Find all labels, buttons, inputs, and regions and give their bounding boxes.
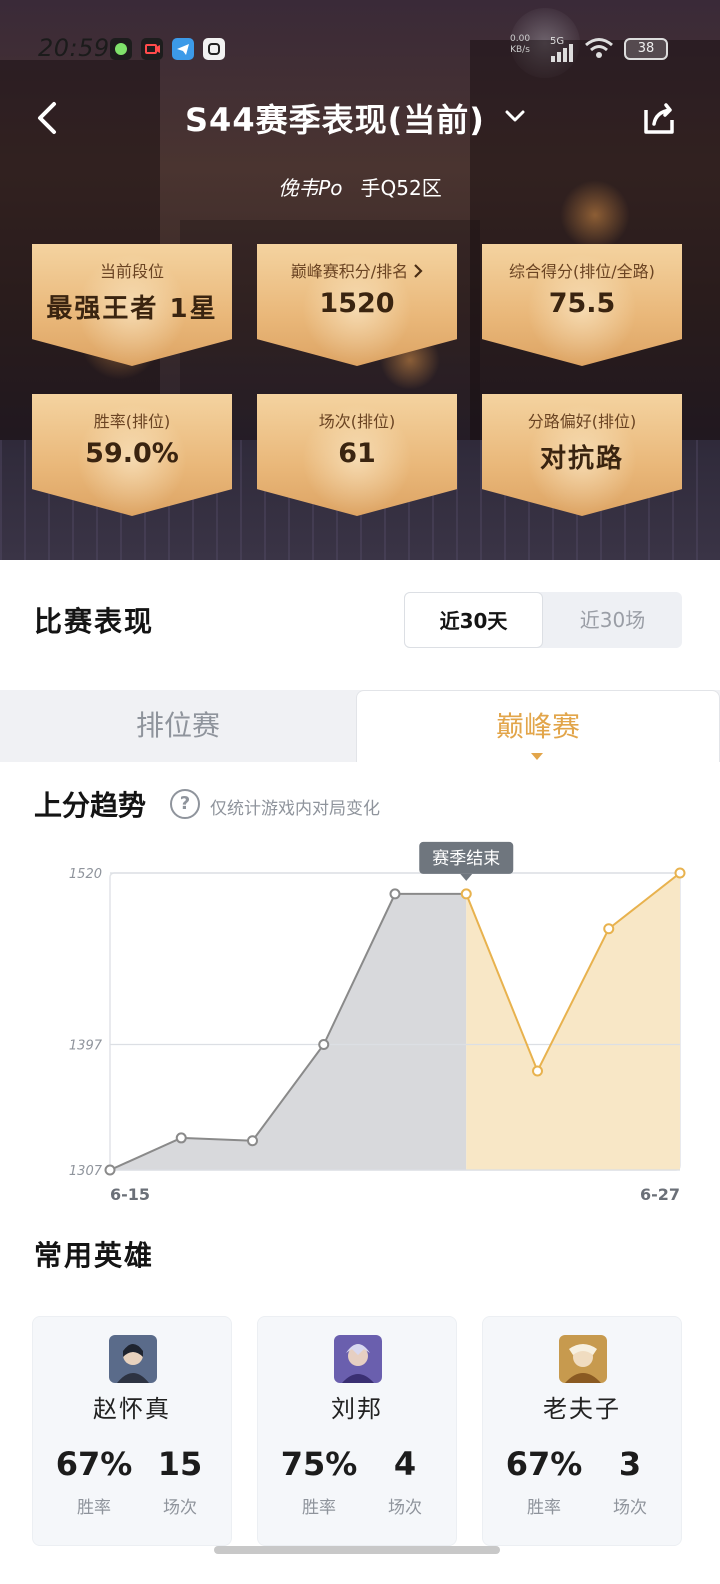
back-button[interactable] [30, 98, 64, 138]
y-tick-label: 1520 [69, 867, 102, 882]
hero-win-rate: 67% [55, 1445, 133, 1483]
hero-portrait-icon [334, 1335, 382, 1383]
data-point [247, 1135, 258, 1147]
battery-indicator: 38 [624, 38, 668, 60]
status-time: 20:59 [38, 34, 110, 62]
data-point [104, 1164, 116, 1176]
hero-win-label: 胜率 [77, 1498, 111, 1518]
message-app-icon [172, 38, 194, 60]
chevron-down-icon [505, 110, 525, 122]
hero-portrait-icon [559, 1335, 607, 1383]
hero-portrait-icon [109, 1335, 157, 1383]
range-segmented-control: 近30天 近30场 [404, 592, 682, 648]
hero-games-label: 场次 [613, 1498, 647, 1518]
data-point [318, 1039, 330, 1051]
stat-value: 59.0% [85, 438, 179, 469]
season-end-label: 赛季结束 [432, 848, 500, 869]
home-indicator[interactable] [214, 1546, 500, 1554]
chevron-right-icon [414, 264, 423, 278]
performance-title: 比赛表现 [34, 605, 155, 638]
tab-ranked[interactable]: 排位赛 [0, 690, 356, 762]
trend-note: 仅统计游戏内对局变化 [210, 799, 380, 819]
tab-active-indicator [531, 753, 543, 760]
hero-card[interactable]: 老夫子 67% 3 胜率 场次 [482, 1316, 682, 1546]
player-zone: 手Q52区 [360, 176, 442, 200]
y-tick-label: 1397 [69, 1039, 103, 1054]
hero-games-label: 场次 [163, 1498, 197, 1518]
hero-win-label: 胜率 [527, 1498, 561, 1518]
data-point [175, 1132, 187, 1144]
x-tick-label: 6-27 [640, 1185, 680, 1204]
y-tick-label: 1307 [69, 1164, 103, 1179]
tab-peak-label: 巅峰赛 [495, 710, 580, 743]
stat-value: 对抗路 [539, 444, 624, 474]
hero-win-label: 胜率 [302, 1498, 336, 1518]
network-speed: 0.00 KB/s [510, 34, 530, 56]
data-point [603, 923, 615, 935]
chevron-left-icon [38, 102, 56, 134]
stat-label: 综合得分(排位/全路) [509, 262, 655, 281]
stat-label: 胜率(排位) [93, 412, 171, 431]
help-icon[interactable]: ? [170, 789, 200, 819]
hero-win-rate: 67% [505, 1445, 583, 1483]
player-info: 俛韦Po 手Q52区 [0, 172, 720, 201]
stat-label: 巅峰赛积分/排名 [257, 258, 457, 282]
season-header-banner: 20:59 0.00 KB/s 5G 38 S44赛季表现(当前) 俛韦Po 手… [0, 0, 720, 560]
hero-games: 4 [393, 1445, 417, 1483]
data-point [532, 1065, 543, 1077]
heroes-title: 常用英雄 [34, 1239, 155, 1272]
hero-games-label: 场次 [388, 1498, 422, 1518]
range-option-30-days[interactable]: 近30天 [404, 592, 543, 648]
hero-name: 刘邦 [331, 1395, 383, 1423]
hero-card[interactable]: 刘邦 75% 4 胜率 场次 [257, 1316, 457, 1546]
stat-value: 75.5 [548, 288, 616, 319]
tab-peak[interactable]: 巅峰赛 [356, 690, 720, 762]
data-point [389, 888, 401, 900]
app-notification-icon [110, 38, 132, 60]
hero-avatar [109, 1335, 157, 1383]
hero-avatar [334, 1335, 382, 1383]
hero-card[interactable]: 赵怀真 67% 15 胜率 场次 [32, 1316, 232, 1546]
season-title[interactable]: S44赛季表现(当前) [185, 95, 485, 141]
data-point [674, 867, 686, 879]
hero-games: 3 [618, 1445, 642, 1483]
range-option-30-matches[interactable]: 近30场 [543, 592, 682, 648]
trend-title: 上分趋势 [34, 789, 147, 822]
match-type-tabs: 排位赛 巅峰赛 [0, 690, 720, 762]
stat-value: 61 [338, 438, 376, 469]
x-tick-label: 6-15 [110, 1185, 150, 1204]
hero-name: 赵怀真 [93, 1395, 171, 1423]
player-name: 俛韦Po [278, 176, 343, 200]
stat-label: 当前段位 [99, 262, 164, 281]
season-dropdown-button[interactable] [502, 103, 528, 129]
screen-record-icon [141, 38, 163, 60]
network-speed-unit: KB/s [510, 45, 530, 55]
hero-avatar [559, 1335, 607, 1383]
wifi-icon [585, 38, 613, 58]
stat-label-text: 巅峰赛积分/排名 [290, 262, 409, 281]
share-button[interactable] [640, 100, 678, 138]
stat-label: 场次(排位) [318, 412, 396, 431]
stat-value: 最强王者 1星 [46, 294, 218, 324]
signal-bars-icon [551, 44, 573, 62]
data-point [460, 888, 472, 900]
status-bar: 20:59 0.00 KB/s 5G 38 [0, 30, 720, 66]
network-speed-value: 0.00 [510, 34, 531, 44]
stat-value: 1520 [319, 288, 395, 319]
share-icon [644, 103, 674, 134]
trend-chart: 1520 1397 1307 赛季结束 6-15 6-27 [69, 841, 686, 1204]
stat-label: 分路偏好(排位) [527, 412, 637, 431]
hero-win-rate: 75% [280, 1445, 358, 1483]
hero-games: 15 [157, 1445, 203, 1483]
hero-name: 老夫子 [543, 1395, 621, 1423]
link-app-icon [203, 38, 225, 60]
